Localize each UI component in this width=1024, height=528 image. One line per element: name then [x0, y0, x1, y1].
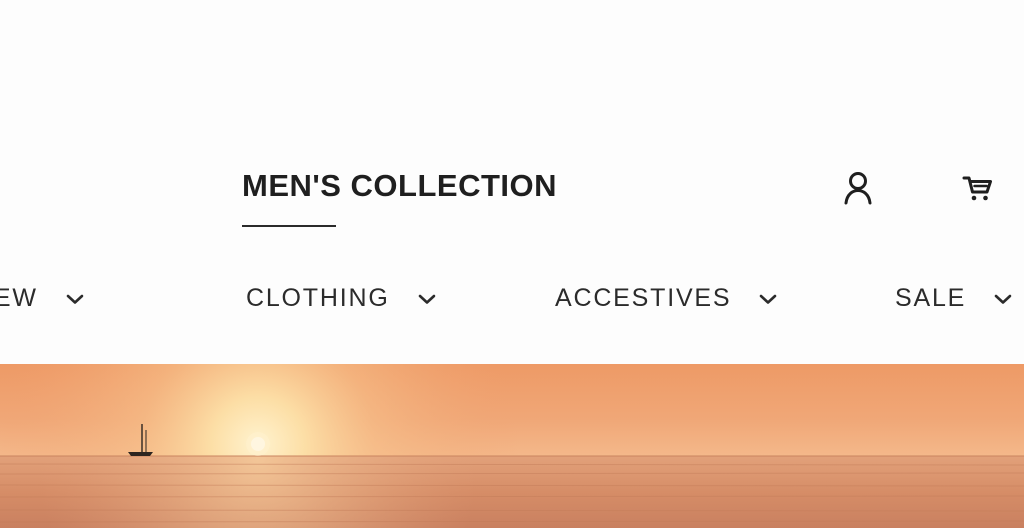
user-icon — [844, 172, 872, 205]
nav-item-accessories[interactable]: ACCESTIVES — [555, 284, 777, 313]
cart-icon — [962, 176, 992, 201]
main-nav: NEW CLOTHING ACCESTIVES SALE — [0, 272, 1024, 328]
hero-banner — [0, 364, 1024, 528]
nav-item-label: ACCESTIVES — [555, 284, 732, 312]
chevron-down-icon — [66, 293, 84, 305]
nav-item-sale[interactable]: SALE — [895, 284, 1012, 313]
chevron-down-icon — [418, 293, 436, 305]
nav-item-label: NEW — [0, 284, 38, 312]
account-button[interactable] — [838, 168, 878, 208]
title-underline — [242, 225, 336, 227]
chevron-down-icon — [994, 293, 1012, 305]
page-title: MEN'S COLLECTION — [242, 168, 558, 203]
hero-sunset-image — [0, 364, 1024, 528]
nav-item-label: CLOTHING — [246, 284, 390, 312]
site-header: MEN'S COLLECTION — [0, 0, 1024, 250]
nav-item-label: SALE — [895, 284, 967, 312]
chevron-down-icon — [759, 293, 777, 305]
page: MEN'S COLLECTION NEW CLOTHING — [0, 0, 1024, 528]
nav-item-clothing[interactable]: CLOTHING — [246, 284, 436, 313]
cart-button[interactable] — [958, 168, 998, 208]
nav-item-new[interactable]: NEW — [0, 284, 84, 313]
